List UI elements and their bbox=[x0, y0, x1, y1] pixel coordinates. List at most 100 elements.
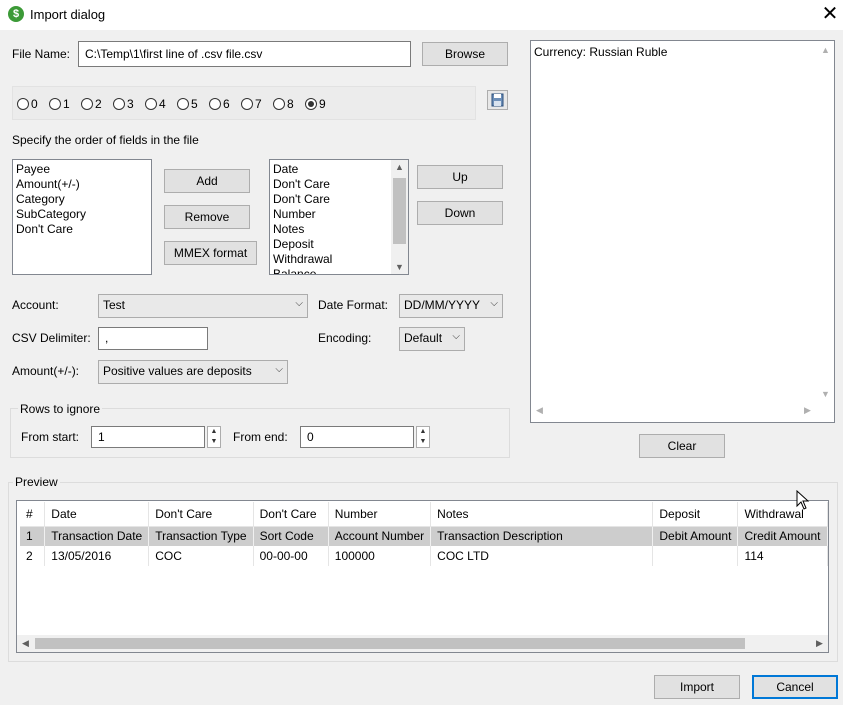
list-item[interactable]: Category bbox=[13, 192, 151, 207]
radio-circle[interactable] bbox=[113, 98, 125, 110]
preview-header-row: # Date Don't Care Don't Care Number Notes Depo… bbox=[20, 502, 828, 527]
date-format-select[interactable]: DD/MM/YYYY ⌵ bbox=[399, 294, 503, 318]
list-item[interactable]: Date bbox=[270, 162, 408, 177]
log-panel[interactable]: Currency: Russian Ruble ▲ ▼ ◀ ▶ bbox=[530, 40, 835, 423]
selected-fields-scrollbar[interactable]: ▲ ▼ bbox=[391, 160, 408, 274]
scroll-down-icon[interactable]: ▼ bbox=[391, 262, 408, 272]
chevron-down-icon: ⌵ bbox=[452, 331, 460, 342]
amount-select[interactable]: Positive values are deposits ⌵ bbox=[98, 360, 288, 384]
list-item[interactable]: Notes bbox=[270, 222, 408, 237]
spin-down-icon[interactable]: ▼ bbox=[417, 437, 429, 447]
header-lines-radio-0[interactable]: 0 bbox=[17, 97, 38, 111]
header-lines-radio-3[interactable]: 3 bbox=[113, 97, 134, 111]
from-end-spinner[interactable]: ▲ ▼ bbox=[416, 426, 430, 448]
scroll-left-icon[interactable]: ◀ bbox=[531, 405, 548, 416]
browse-button[interactable]: Browse bbox=[422, 42, 508, 66]
column-header[interactable]: Notes bbox=[430, 502, 654, 527]
from-start-spinner[interactable]: ▲ ▼ bbox=[207, 426, 221, 448]
import-button[interactable]: Import bbox=[654, 675, 740, 699]
scroll-right-icon[interactable]: ▶ bbox=[811, 638, 828, 649]
spin-up-icon[interactable]: ▲ bbox=[208, 427, 220, 437]
spin-up-icon[interactable]: ▲ bbox=[417, 427, 429, 437]
header-lines-radio-4[interactable]: 4 bbox=[145, 97, 166, 111]
table-cell: Account Number bbox=[328, 526, 432, 546]
radio-label: 5 bbox=[191, 97, 198, 111]
csv-delimiter-label: CSV Delimiter: bbox=[12, 331, 91, 345]
available-fields-list[interactable]: Payee Amount(+/-) Category SubCategory Don't… bbox=[12, 159, 152, 275]
header-lines-radio-5[interactable]: 5 bbox=[177, 97, 198, 111]
add-button[interactable]: Add bbox=[164, 169, 250, 193]
radio-circle[interactable] bbox=[17, 98, 29, 110]
list-item[interactable]: Payee bbox=[13, 162, 151, 177]
scroll-right-icon[interactable]: ▶ bbox=[799, 405, 816, 416]
header-lines-radio-6[interactable]: 6 bbox=[209, 97, 230, 111]
table-cell bbox=[652, 546, 739, 566]
table-row[interactable]: 2 13/05/2016 COC 00-00-00 100000 COC LTD 114 bbox=[20, 546, 828, 566]
file-name-input[interactable]: C:\Temp\1\first line of .csv file.csv bbox=[78, 41, 411, 67]
chevron-down-icon: ⌵ bbox=[490, 298, 498, 309]
radio-circle[interactable] bbox=[145, 98, 157, 110]
header-lines-radio-1[interactable]: 1 bbox=[49, 97, 70, 111]
column-header[interactable]: Date bbox=[44, 502, 150, 527]
column-header[interactable]: Deposit bbox=[652, 502, 739, 527]
selected-fields-list[interactable]: Date Don't Care Don't Care Number Notes Depos… bbox=[269, 159, 409, 275]
radio-circle[interactable] bbox=[177, 98, 189, 110]
table-cell: Transaction Description bbox=[430, 526, 654, 546]
column-header[interactable]: Number bbox=[328, 502, 432, 527]
from-start-input[interactable]: 1 bbox=[91, 426, 205, 448]
list-item[interactable]: Don't Care bbox=[270, 177, 408, 192]
column-header[interactable]: Withdrawal bbox=[737, 502, 828, 527]
scrollbar-thumb[interactable] bbox=[393, 178, 406, 244]
radio-circle[interactable] bbox=[209, 98, 221, 110]
preview-title: Preview bbox=[13, 475, 60, 489]
spin-down-icon[interactable]: ▼ bbox=[208, 437, 220, 447]
down-button[interactable]: Down bbox=[417, 201, 503, 225]
preview-table[interactable]: # Date Don't Care Don't Care Number Notes Depo… bbox=[16, 500, 829, 653]
account-select[interactable]: Test ⌵ bbox=[98, 294, 308, 318]
list-item[interactable]: Amount(+/-) bbox=[13, 177, 151, 192]
column-header[interactable]: # bbox=[20, 502, 46, 527]
scroll-up-icon[interactable]: ▲ bbox=[817, 45, 834, 55]
mmex-format-button[interactable]: MMEX format bbox=[164, 241, 257, 265]
scrollbar-thumb[interactable] bbox=[35, 638, 745, 649]
radio-circle[interactable] bbox=[81, 98, 93, 110]
radio-circle[interactable] bbox=[241, 98, 253, 110]
column-header[interactable]: Don't Care bbox=[148, 502, 254, 527]
csv-delimiter-input[interactable]: , bbox=[98, 327, 208, 350]
radio-circle[interactable] bbox=[49, 98, 61, 110]
encoding-select[interactable]: Default ⌵ bbox=[399, 327, 465, 351]
preview-hscrollbar[interactable]: ◀ ▶ bbox=[17, 635, 828, 652]
list-item[interactable]: Balance bbox=[270, 267, 408, 274]
dollar-icon: $ bbox=[8, 6, 24, 22]
list-item[interactable]: Withdrawal bbox=[270, 252, 408, 267]
remove-button[interactable]: Remove bbox=[164, 205, 250, 229]
column-header[interactable]: Don't Care bbox=[253, 502, 329, 527]
up-button[interactable]: Up bbox=[417, 165, 503, 189]
rows-to-ignore-title: Rows to ignore bbox=[18, 402, 103, 416]
header-lines-radio-9[interactable]: 9 bbox=[305, 97, 326, 111]
list-item[interactable]: Don't Care bbox=[13, 222, 151, 237]
list-item[interactable]: Number bbox=[270, 207, 408, 222]
scroll-down-icon[interactable]: ▼ bbox=[817, 389, 834, 399]
file-name-label: File Name: bbox=[12, 47, 71, 61]
clear-button[interactable]: Clear bbox=[639, 434, 725, 458]
header-lines-radio-7[interactable]: 7 bbox=[241, 97, 262, 111]
amount-value: Positive values are deposits bbox=[103, 364, 252, 378]
from-start-label: From start: bbox=[21, 430, 80, 444]
list-item[interactable]: Don't Care bbox=[270, 192, 408, 207]
scroll-left-icon[interactable]: ◀ bbox=[17, 638, 34, 649]
save-settings-button[interactable] bbox=[487, 90, 508, 110]
cancel-button[interactable]: Cancel bbox=[752, 675, 838, 699]
list-item[interactable]: SubCategory bbox=[13, 207, 151, 222]
radio-circle[interactable] bbox=[305, 98, 317, 110]
scroll-up-icon[interactable]: ▲ bbox=[391, 162, 408, 172]
radio-label: 6 bbox=[223, 97, 230, 111]
from-end-input[interactable]: 0 bbox=[300, 426, 414, 448]
header-lines-radio-2[interactable]: 2 bbox=[81, 97, 102, 111]
radio-circle[interactable] bbox=[273, 98, 285, 110]
list-item[interactable]: Deposit bbox=[270, 237, 408, 252]
header-lines-radio-8[interactable]: 8 bbox=[273, 97, 294, 111]
close-icon[interactable]: ✕ bbox=[818, 2, 842, 26]
table-row[interactable]: 1 Transaction Date Transaction Type Sort Co… bbox=[20, 526, 828, 546]
table-cell: 114 bbox=[737, 546, 828, 566]
